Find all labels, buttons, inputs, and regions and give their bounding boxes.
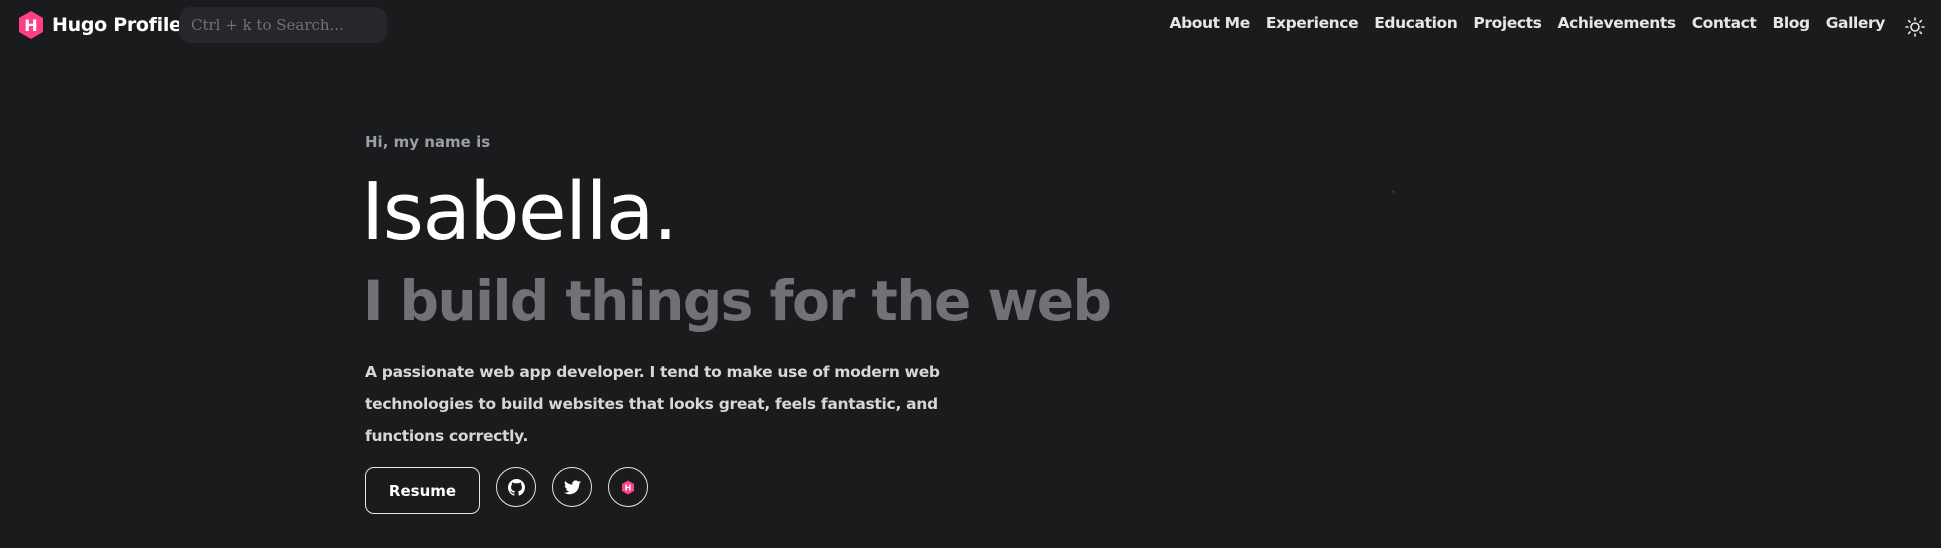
nav-education[interactable]: Education (1374, 14, 1458, 32)
nav-experience[interactable]: Experience (1266, 14, 1359, 32)
hugo-icon: H (622, 480, 634, 494)
nav-blog[interactable]: Blog (1772, 14, 1810, 32)
hero-name: Isabella. (361, 166, 678, 258)
brand-link[interactable]: H Hugo Profile (17, 10, 182, 40)
resume-button[interactable]: Resume (365, 467, 480, 514)
search-input[interactable] (179, 7, 387, 43)
decorative-dot (1392, 190, 1395, 193)
greeting-text: Hi, my name is (365, 133, 491, 151)
sun-icon[interactable] (1905, 17, 1925, 37)
twitter-link[interactable] (552, 467, 592, 507)
nav-projects[interactable]: Projects (1473, 14, 1542, 32)
hugo-link[interactable]: H (608, 467, 648, 507)
main-nav: About Me Experience Education Projects A… (1169, 14, 1885, 32)
hero-tagline: I build things for the web (363, 269, 1112, 333)
hugo-logo-icon: H (19, 11, 43, 39)
hero-description: A passionate web app developer. I tend t… (365, 363, 940, 445)
twitter-icon (563, 479, 581, 494)
github-link[interactable] (496, 467, 536, 507)
brand-title: Hugo Profile (52, 14, 182, 36)
navbar: H Hugo Profile About Me Experience Educa… (0, 0, 1941, 50)
github-icon (507, 478, 525, 496)
nav-contact[interactable]: Contact (1692, 14, 1757, 32)
nav-achievements[interactable]: Achievements (1558, 14, 1677, 32)
svg-text:H: H (24, 16, 37, 35)
nav-gallery[interactable]: Gallery (1826, 14, 1886, 32)
nav-about-me[interactable]: About Me (1169, 14, 1250, 32)
svg-text:H: H (625, 483, 632, 492)
